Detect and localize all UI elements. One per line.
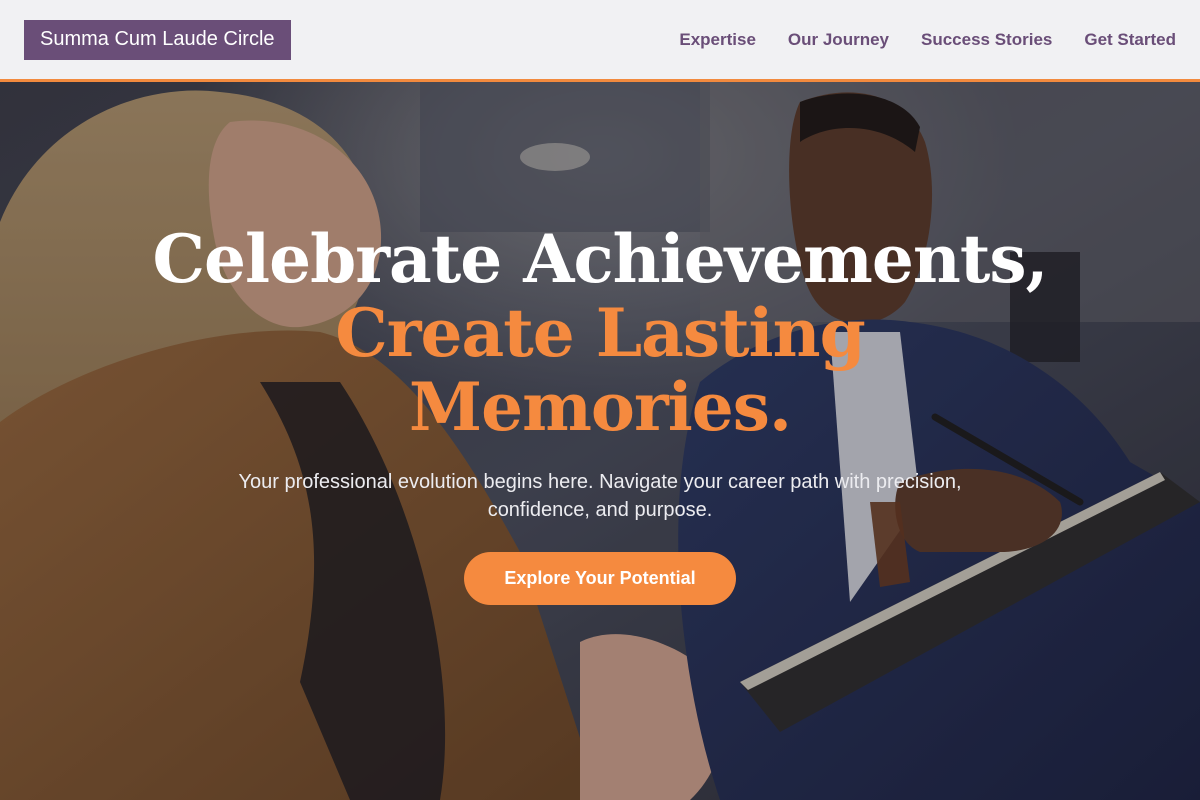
nav-link-expertise[interactable]: Expertise bbox=[679, 30, 756, 50]
headline-line-2: Create Lasting bbox=[335, 294, 866, 372]
hero-subtext: Your professional evolution begins here.… bbox=[238, 471, 962, 521]
nav-link-get-started[interactable]: Get Started bbox=[1084, 30, 1176, 50]
brand-logo[interactable]: Summa Cum Laude Circle bbox=[24, 19, 291, 60]
headline-line-3: Memories. bbox=[409, 368, 792, 446]
site-header: Summa Cum Laude Circle Expertise Our Jou… bbox=[0, 0, 1200, 82]
hero-headline: Celebrate Achievements, Create Lasting M… bbox=[152, 220, 1049, 446]
explore-potential-button[interactable]: Explore Your Potential bbox=[464, 552, 736, 605]
main-nav: Expertise Our Journey Success Stories Ge… bbox=[679, 30, 1176, 50]
hero-section: Celebrate Achievements, Create Lasting M… bbox=[0, 82, 1200, 800]
hero-content: Celebrate Achievements, Create Lasting M… bbox=[0, 222, 1200, 605]
headline-line-1: Celebrate Achievements, bbox=[152, 220, 1049, 298]
nav-link-success-stories[interactable]: Success Stories bbox=[921, 30, 1052, 50]
nav-link-our-journey[interactable]: Our Journey bbox=[788, 30, 889, 50]
